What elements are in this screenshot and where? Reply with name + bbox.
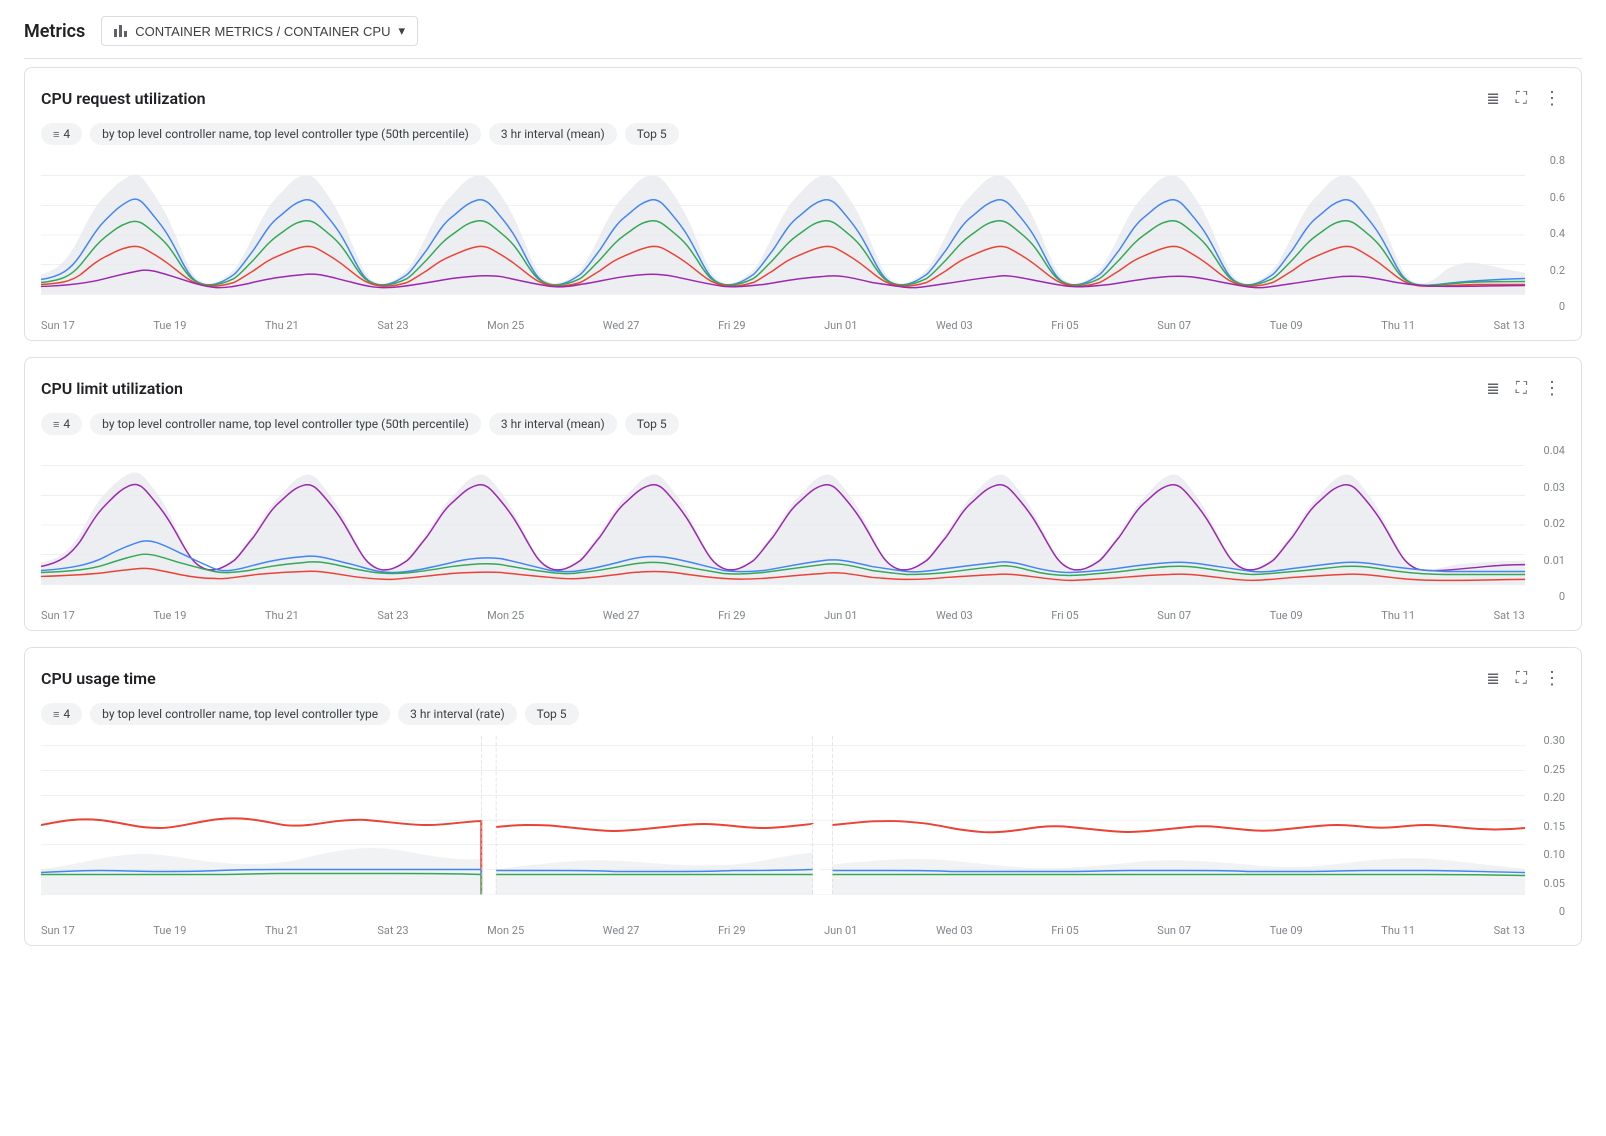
- filter-interval-1[interactable]: 3 hr interval (mean): [489, 123, 617, 145]
- filter-icon-1: ≡: [53, 128, 59, 141]
- more-icon-1: ⋮: [1543, 88, 1561, 109]
- legend-icon-2: ≣: [1486, 379, 1499, 399]
- expand-button-1[interactable]: ⛶: [1512, 86, 1531, 112]
- filter-count-1[interactable]: ≡ 4: [41, 123, 82, 145]
- x-axis-1: Sun 17 Tue 19 Thu 21 Sat 23 Mon 25 Wed 2…: [41, 315, 1525, 332]
- x-axis-2: Sun 17 Tue 19 Thu 21 Sat 23 Mon 25 Wed 2…: [41, 605, 1525, 622]
- cpu-usage-panel: CPU usage time ≣ ⛶ ⋮ ≡ 4 by top level co…: [24, 647, 1582, 946]
- filter-count-3[interactable]: ≡ 4: [41, 703, 82, 725]
- chart-actions-3: ≣ ⛶ ⋮: [1482, 664, 1565, 693]
- chart-title-1: CPU request utilization: [41, 89, 206, 108]
- expand-icon-1: ⛶: [1516, 90, 1527, 108]
- legend-button-3[interactable]: ≣: [1482, 665, 1503, 693]
- filter-top-1[interactable]: Top 5: [625, 123, 679, 145]
- chart-filters-1: ≡ 4 by top level controller name, top le…: [25, 123, 1581, 155]
- filter-top-3[interactable]: Top 5: [525, 703, 579, 725]
- filter-label-1[interactable]: by top level controller name, top level …: [90, 123, 481, 145]
- legend-icon-3: ≣: [1486, 669, 1499, 689]
- chart-area-3: Sun 17 Tue 19 Thu 21 Sat 23 Mon 25 Wed 2…: [25, 735, 1581, 937]
- chart-area-1: Sun 17 Tue 19 Thu 21 Sat 23 Mon 25 Wed 2…: [25, 155, 1581, 332]
- filter-count-2[interactable]: ≡ 4: [41, 413, 82, 435]
- chart-title-3: CPU usage time: [41, 669, 156, 688]
- filter-icon-3: ≡: [53, 708, 59, 721]
- chart-actions-1: ≣ ⛶ ⋮: [1482, 84, 1565, 113]
- chart-svg-2: Sun 17 Tue 19 Thu 21 Sat 23 Mon 25 Wed 2…: [41, 445, 1525, 622]
- expand-icon-2: ⛶: [1516, 380, 1527, 398]
- filter-icon-2: ≡: [53, 418, 59, 431]
- chart-filters-2: ≡ 4 by top level controller name, top le…: [25, 413, 1581, 445]
- chart-area-2: Sun 17 Tue 19 Thu 21 Sat 23 Mon 25 Wed 2…: [25, 445, 1581, 622]
- legend-button-2[interactable]: ≣: [1482, 375, 1503, 403]
- filter-interval-2[interactable]: 3 hr interval (mean): [489, 413, 617, 435]
- chart-title-2: CPU limit utilization: [41, 379, 183, 398]
- more-button-1[interactable]: ⋮: [1539, 84, 1565, 113]
- chart-svg-3: Sun 17 Tue 19 Thu 21 Sat 23 Mon 25 Wed 2…: [41, 735, 1525, 937]
- expand-icon-3: ⛶: [1516, 670, 1527, 688]
- more-button-2[interactable]: ⋮: [1539, 374, 1565, 403]
- y-axis-3: 0.30 0.25 0.20 0.15 0.10 0.05 0: [1525, 735, 1565, 937]
- x-axis-3: Sun 17 Tue 19 Thu 21 Sat 23 Mon 25 Wed 2…: [41, 920, 1525, 937]
- more-button-3[interactable]: ⋮: [1539, 664, 1565, 693]
- expand-button-2[interactable]: ⛶: [1512, 376, 1531, 402]
- chart-filters-3: ≡ 4 by top level controller name, top le…: [25, 703, 1581, 735]
- chevron-down-icon: ▾: [398, 23, 405, 39]
- more-icon-3: ⋮: [1543, 668, 1561, 689]
- filter-label-2[interactable]: by top level controller name, top level …: [90, 413, 481, 435]
- expand-button-3[interactable]: ⛶: [1512, 666, 1531, 692]
- chart-icon: [114, 25, 127, 37]
- chart-container-3: Sun 17 Tue 19 Thu 21 Sat 23 Mon 25 Wed 2…: [41, 735, 1565, 937]
- header: Metrics CONTAINER METRICS / CONTAINER CP…: [24, 16, 1582, 59]
- cpu-request-panel: CPU request utilization ≣ ⛶ ⋮ ≡ 4 by top…: [24, 67, 1582, 341]
- chart-container-1: Sun 17 Tue 19 Thu 21 Sat 23 Mon 25 Wed 2…: [41, 155, 1565, 332]
- chart-graph-2: [41, 445, 1525, 605]
- filter-interval-3[interactable]: 3 hr interval (rate): [398, 703, 516, 725]
- page-title: Metrics: [24, 21, 85, 42]
- cpu-limit-panel: CPU limit utilization ≣ ⛶ ⋮ ≡ 4 by top l…: [24, 357, 1582, 631]
- chart-header-1: CPU request utilization ≣ ⛶ ⋮: [25, 84, 1581, 123]
- chart-header-2: CPU limit utilization ≣ ⛶ ⋮: [25, 374, 1581, 413]
- legend-button-1[interactable]: ≣: [1482, 85, 1503, 113]
- page: Metrics CONTAINER METRICS / CONTAINER CP…: [0, 0, 1606, 1136]
- legend-icon-1: ≣: [1486, 89, 1499, 109]
- filter-label-3[interactable]: by top level controller name, top level …: [90, 703, 390, 725]
- chart-actions-2: ≣ ⛶ ⋮: [1482, 374, 1565, 403]
- breadcrumb-label: CONTAINER METRICS / CONTAINER CPU: [135, 24, 390, 39]
- filter-top-2[interactable]: Top 5: [625, 413, 679, 435]
- more-icon-2: ⋮: [1543, 378, 1561, 399]
- chart-graph-1: [41, 155, 1525, 315]
- chart-container-2: Sun 17 Tue 19 Thu 21 Sat 23 Mon 25 Wed 2…: [41, 445, 1565, 622]
- chart-svg-1: Sun 17 Tue 19 Thu 21 Sat 23 Mon 25 Wed 2…: [41, 155, 1525, 332]
- y-axis-1: 0.8 0.6 0.4 0.2 0: [1525, 155, 1565, 332]
- chart-header-3: CPU usage time ≣ ⛶ ⋮: [25, 664, 1581, 703]
- y-axis-2: 0.04 0.03 0.02 0.01 0: [1525, 445, 1565, 622]
- chart-graph-3: [41, 735, 1525, 920]
- breadcrumb-button[interactable]: CONTAINER METRICS / CONTAINER CPU ▾: [101, 16, 418, 46]
